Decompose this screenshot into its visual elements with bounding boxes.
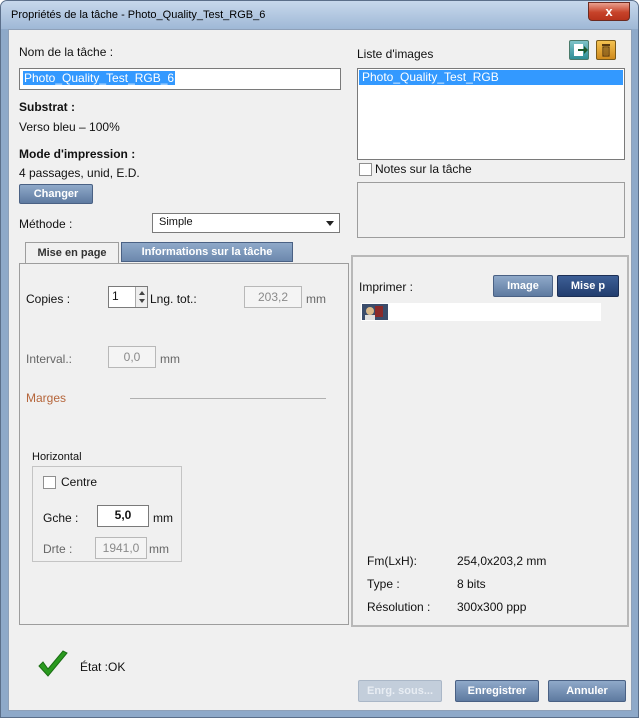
total-length-label: Lng. tot.: xyxy=(150,292,197,306)
task-name-input[interactable]: Photo_Quality_Test_RGB_6 xyxy=(19,68,341,90)
type-value: 8 bits xyxy=(457,577,486,591)
left-margin-unit: mm xyxy=(153,511,173,525)
add-image-button[interactable] xyxy=(569,40,589,60)
interval-field: 0,0 xyxy=(108,346,156,368)
center-label: Centre xyxy=(61,475,98,489)
delete-icon xyxy=(602,44,610,57)
window-title: Propriétés de la tâche - Photo_Quality_T… xyxy=(11,9,266,21)
print-mode-label: Mode d'impression : xyxy=(19,147,136,161)
save-as-button[interactable]: Enrg. sous... xyxy=(358,680,442,702)
close-button[interactable]: x xyxy=(588,2,630,21)
preview-area xyxy=(361,303,601,321)
center-checkbox[interactable] xyxy=(43,476,56,489)
margins-divider xyxy=(130,398,326,399)
resolution-label: Résolution : xyxy=(367,600,431,614)
save-button[interactable]: Enregistrer xyxy=(455,680,539,702)
copies-input[interactable]: 1 xyxy=(108,286,148,308)
type-label: Type : xyxy=(367,577,400,591)
tab-layout[interactable]: Mise en page xyxy=(25,242,119,264)
tab-task-info-label: Informations sur la tâche xyxy=(141,246,273,258)
total-length-field: 203,2 xyxy=(244,286,302,308)
method-select[interactable]: Simple xyxy=(152,213,340,233)
margins-label: Marges xyxy=(26,391,67,405)
method-value: Simple xyxy=(159,216,193,228)
print-label: Imprimer : xyxy=(359,280,413,294)
substrate-label: Substrat : xyxy=(19,100,76,114)
close-icon: x xyxy=(605,4,613,19)
dialog-body: Nom de la tâche : Photo_Quality_Test_RGB… xyxy=(8,29,632,711)
image-button[interactable]: Image xyxy=(493,275,553,297)
image-list[interactable]: Photo_Quality_Test_RGB xyxy=(357,68,625,160)
method-label: Méthode : xyxy=(19,217,73,231)
notes-label: Notes sur la tâche xyxy=(375,162,472,176)
notes-checkbox[interactable] xyxy=(359,163,372,176)
layout-panel: Copies : 1 Lng. tot.: 203,2 mm Interval.… xyxy=(19,263,349,625)
copies-label: Copies : xyxy=(26,292,71,306)
task-name-label: Nom de la tâche : xyxy=(19,45,114,59)
change-button[interactable]: Changer xyxy=(19,184,93,204)
dropdown-arrow-icon xyxy=(326,221,334,226)
image-list-item[interactable]: Photo_Quality_Test_RGB xyxy=(359,70,623,85)
left-margin-input[interactable]: 5,0 xyxy=(97,505,149,527)
print-mode-value: 4 passages, unid, E.D. xyxy=(19,166,140,180)
tab-task-info[interactable]: Informations sur la tâche xyxy=(121,242,293,262)
image-thumbnail-icon xyxy=(362,304,388,320)
delete-image-button[interactable] xyxy=(596,40,616,60)
interval-unit: mm xyxy=(160,352,180,366)
size-label: Fm(LxH): xyxy=(367,554,417,568)
title-bar[interactable]: Propriétés de la tâche - Photo_Quality_T… xyxy=(1,1,638,29)
size-value: 254,0x203,2 mm xyxy=(457,554,547,568)
resolution-value: 300x300 ppp xyxy=(457,600,527,614)
cancel-button[interactable]: Annuler xyxy=(548,680,626,702)
interval-label: Interval.: xyxy=(26,352,73,366)
image-list-item-label: Photo_Quality_Test_RGB xyxy=(362,70,499,84)
right-margin-field: 1941,0 xyxy=(95,537,147,559)
add-image-icon xyxy=(574,44,588,56)
status-text: État :OK xyxy=(80,660,126,674)
notes-textarea[interactable] xyxy=(357,182,625,238)
right-margin-label: Drte : xyxy=(43,542,73,556)
tab-layout-label: Mise en page xyxy=(37,247,107,259)
copies-value: 1 xyxy=(112,289,119,303)
total-length-unit: mm xyxy=(306,292,326,306)
right-margin-unit: mm xyxy=(149,542,169,556)
substrate-value: Verso bleu – 100% xyxy=(19,120,120,134)
horizontal-group: Centre Gche : 5,0 mm Drte : 1941,0 mm xyxy=(32,466,182,562)
image-list-label: Liste d'images xyxy=(357,47,434,61)
layout-button[interactable]: Mise p xyxy=(557,275,619,297)
print-preview-panel: Imprimer : Image Mise p Fm(LxH): 254,0x2… xyxy=(351,255,629,627)
copies-spinner-icon[interactable] xyxy=(135,287,147,307)
horizontal-label: Horizontal xyxy=(32,451,82,463)
task-properties-window: Propriétés de la tâche - Photo_Quality_T… xyxy=(0,0,639,718)
task-name-value: Photo_Quality_Test_RGB_6 xyxy=(23,71,176,85)
checkmark-icon xyxy=(38,650,68,677)
left-margin-label: Gche : xyxy=(43,511,79,525)
